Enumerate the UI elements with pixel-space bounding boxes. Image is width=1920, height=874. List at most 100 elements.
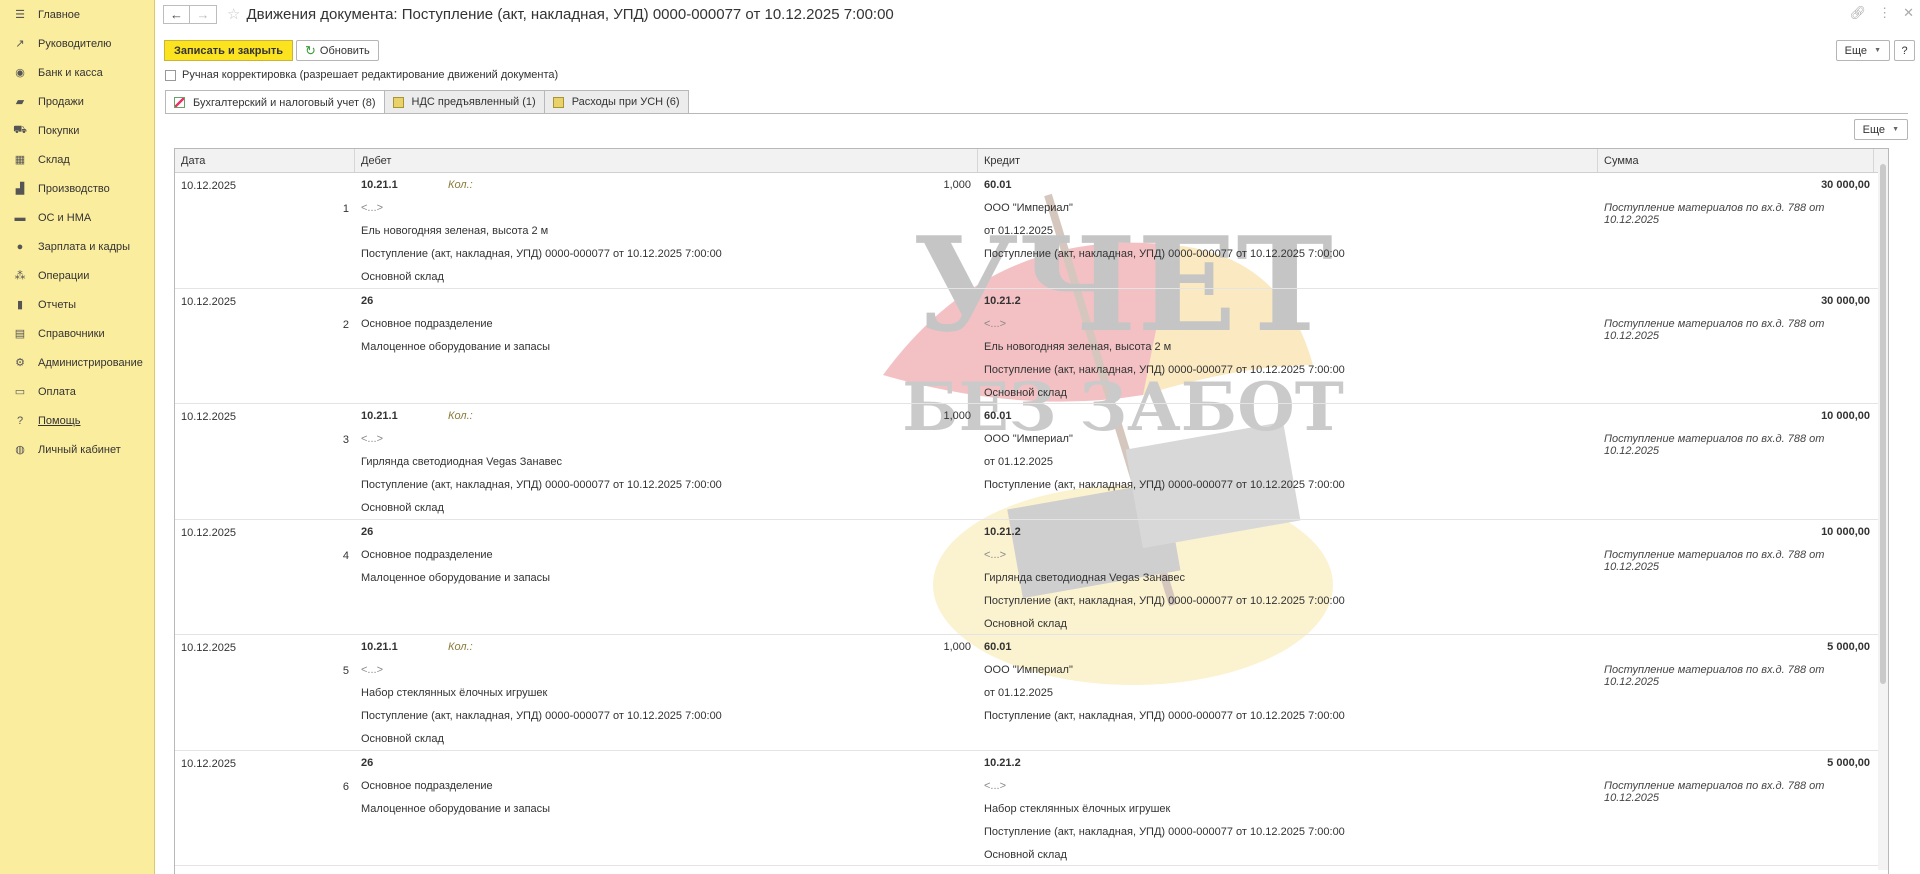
sidebar-item-sales[interactable]: ▰ Продажи — [0, 87, 154, 116]
column-credit[interactable]: Кредит — [978, 149, 1598, 172]
manual-edit-row: Ручная корректировка (разрешает редактир… — [165, 69, 558, 81]
account-icon: ◍ — [15, 444, 25, 456]
person-icon: ● — [16, 240, 24, 253]
debit-cell: 10.21.1 Кол.: 1,000 <...> Набор стеклянн… — [361, 641, 971, 756]
sum-amount: 10 000,00 — [1821, 410, 1870, 422]
trend-icon: ↗ — [15, 38, 25, 50]
sidebar-item-account[interactable]: ◍ Личный кабинет — [0, 435, 154, 464]
star-icon[interactable]: ☆ — [227, 5, 240, 23]
forward-button[interactable]: → — [190, 4, 217, 24]
credit-subconto-1: ООО "Империал" — [984, 202, 1073, 214]
sum-amount: 5 000,00 — [1827, 756, 1870, 769]
sum-cell: 10 000,00 Поступление материалов по вх.д… — [1604, 410, 1870, 457]
sidebar-item-manager[interactable]: ↗ Руководителю — [0, 29, 154, 58]
credit-subconto-2: от 01.12.2025 — [984, 225, 1054, 237]
arrow-right-icon: → — [196, 6, 210, 22]
more-vert-icon[interactable]: ⋮ — [1878, 5, 1891, 21]
sidebar-item-production[interactable]: ▟ Производство — [0, 174, 154, 203]
credit-account: 60.01 — [984, 410, 1012, 422]
row-number: 4 — [342, 549, 349, 562]
column-debit[interactable]: Дебет — [355, 149, 978, 172]
bag-icon: ▰ — [15, 96, 25, 108]
tab-usn[interactable]: Расходы при УСН (6) — [543, 90, 689, 113]
close-icon[interactable]: ✕ — [1903, 5, 1914, 21]
debit-subconto-1: Основное подразделение — [361, 779, 493, 792]
row-number: 6 — [342, 780, 349, 793]
vertical-scrollbar[interactable] — [1878, 164, 1888, 870]
sidebar-item-assets[interactable]: ▬ ОС и НМА — [0, 203, 154, 232]
sidebar-item-bank[interactable]: ◉ Банк и касса — [0, 58, 154, 87]
sidebar-item-operations[interactable]: ⁂ Операции — [0, 261, 154, 290]
credit-subconto-2: от 01.12.2025 — [984, 687, 1054, 699]
credit-subconto-1: <...> — [984, 779, 1007, 792]
table-header: Дата Дебет Кредит Сумма — [175, 149, 1888, 173]
debit-subconto-1: Основное подразделение — [361, 317, 493, 330]
tab-label: Бухгалтерский и налоговый учет (8) — [193, 96, 376, 109]
books-icon: ▤ — [14, 328, 26, 340]
credit-cell: 60.01 ООО "Империал" от 01.12.2025 Посту… — [984, 410, 1584, 525]
manual-edit-checkbox[interactable] — [165, 69, 176, 81]
row-number: 1 — [342, 203, 349, 215]
sidebar-item-reports[interactable]: ▮ Отчеты — [0, 290, 154, 319]
credit-subconto-3: Поступление (акт, накладная, УПД) 0000-0… — [984, 363, 1345, 376]
debit-subconto-1: Основное подразделение — [361, 548, 493, 561]
help-button[interactable]: ? — [1894, 40, 1915, 61]
debit-subconto-3 — [361, 364, 971, 387]
tab-vat[interactable]: НДС предъявленный (1) — [383, 90, 545, 113]
caret-down-icon: ▼ — [1874, 47, 1881, 54]
link-icon[interactable]: 🔗︎ — [1850, 5, 1867, 21]
debit-account-line: 26 — [361, 526, 971, 549]
row-date: 10.12.2025 — [181, 295, 237, 308]
qty-label: Кол.: — [448, 410, 473, 422]
table-more-button[interactable]: Еще ▼ — [1853, 119, 1908, 140]
debit-cell: 26 Основное подразделение Малоценное обо… — [361, 526, 971, 641]
table-body: 10.12.2025 1 10.21.1 Кол.: 1,000 <...> Е… — [175, 173, 1888, 866]
save-close-button[interactable]: Записать и закрыть — [164, 40, 294, 61]
credit-subconto-1: ООО "Империал" — [984, 433, 1073, 445]
tab-accounting[interactable]: Бухгалтерский и налоговый учет (8) — [165, 90, 385, 114]
column-sum[interactable]: Сумма — [1598, 149, 1874, 172]
more-button[interactable]: Еще ▼ — [1835, 40, 1890, 61]
sum-cell: 10 000,00 Поступление материалов по вх.д… — [1604, 526, 1870, 573]
sidebar-item-help[interactable]: ? Помощь — [0, 406, 154, 435]
table-row[interactable]: 10.12.2025 6 26 Основное подразделение М… — [175, 751, 1888, 866]
refresh-button[interactable]: ↻ Обновить — [296, 40, 379, 61]
sidebar-item-main[interactable]: ☰ Главное — [0, 0, 154, 29]
qty-value: 1,000 — [943, 410, 971, 422]
sidebar-item-admin[interactable]: ⚙ Администрирование — [0, 348, 154, 377]
column-date[interactable]: Дата — [175, 149, 355, 172]
table-row[interactable]: 10.12.2025 5 10.21.1 Кол.: 1,000 <...> Н… — [175, 635, 1888, 751]
qty-label: Кол.: — [448, 641, 473, 653]
tabs: Бухгалтерский и налоговый учет (8) НДС п… — [165, 90, 689, 114]
sidebar-item-warehouse[interactable]: ▦ Склад — [0, 145, 154, 174]
sidebar-item-references[interactable]: ▤ Справочники — [0, 319, 154, 348]
sidebar-item-payment[interactable]: ▭ Оплата — [0, 377, 154, 406]
sidebar-item-purchases[interactable]: ⛟ Покупки — [0, 116, 154, 145]
credit-account: 60.01 — [984, 641, 1012, 653]
caret-down-icon: ▼ — [1892, 126, 1899, 133]
debit-cell: 10.21.1 Кол.: 1,000 <...> Ель новогодняя… — [361, 179, 971, 294]
qty-label: Кол.: — [448, 179, 473, 191]
sum-amount: 5 000,00 — [1827, 641, 1870, 653]
sidebar-item-salary[interactable]: ● Зарплата и кадры — [0, 232, 154, 261]
table-row[interactable]: 10.12.2025 4 26 Основное подразделение М… — [175, 520, 1888, 635]
table-row[interactable]: 10.12.2025 3 10.21.1 Кол.: 1,000 <...> Г… — [175, 404, 1888, 520]
operations-icon: ⁂ — [14, 270, 26, 282]
credit-subconto-3: Поступление (акт, накладная, УПД) 0000-0… — [984, 594, 1345, 607]
gear-icon: ⚙ — [15, 357, 25, 369]
sum-cell: 30 000,00 Поступление материалов по вх.д… — [1604, 295, 1870, 342]
debit-subconto-2: Ель новогодняя зеленая, высота 2 м — [361, 225, 549, 237]
credit-subconto-1: <...> — [984, 317, 1007, 330]
table-row[interactable]: 10.12.2025 1 10.21.1 Кол.: 1,000 <...> Е… — [175, 173, 1888, 289]
credit-subconto-3: Поступление (акт, накладная, УПД) 0000-0… — [984, 710, 1345, 722]
credit-cell: 60.01 ООО "Империал" от 01.12.2025 Посту… — [984, 641, 1584, 756]
back-button[interactable]: ← — [163, 4, 190, 24]
scroll-thumb[interactable] — [1880, 164, 1886, 684]
debit-account: 10.21.1 — [361, 179, 398, 191]
sidebar: ☰ Главное ↗ Руководителю ◉ Банк и касса ▰ Пр… — [0, 0, 155, 874]
sum-note: Поступление материалов по вх.д. 788 от 1… — [1604, 317, 1825, 342]
table-row[interactable]: 10.12.2025 2 26 Основное подразделение М… — [175, 289, 1888, 404]
debit-cell: 10.21.1 Кол.: 1,000 <...> Гирлянда свето… — [361, 410, 971, 525]
factory-icon: ▟ — [15, 183, 25, 195]
accounting-icon — [174, 97, 185, 108]
